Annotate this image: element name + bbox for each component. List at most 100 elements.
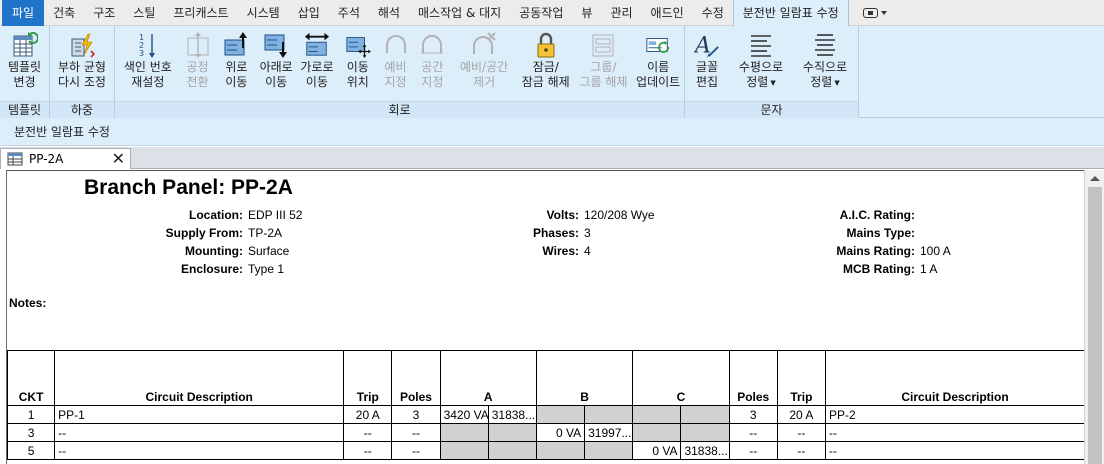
menu-annotate[interactable]: 주석 (329, 0, 369, 26)
mcb-rating-label: MCB Rating: (843, 262, 915, 276)
align-horizontal-button[interactable]: 수평으로 정렬 ▼ (729, 26, 793, 101)
vertical-scrollbar[interactable] (1084, 170, 1104, 464)
wires-value[interactable]: 4 (584, 244, 591, 258)
menu-structure[interactable]: 구조 (84, 0, 124, 26)
scrollbar-thumb[interactable] (1088, 187, 1102, 464)
trip-cell[interactable]: -- (343, 423, 393, 442)
circuit-description-cell[interactable]: -- (54, 441, 345, 460)
menu-precast[interactable]: 프리캐스트 (164, 0, 237, 26)
menu-systems[interactable]: 시스템 (238, 0, 289, 26)
move-up-button[interactable]: 위로 이동 (216, 26, 256, 101)
move-to-button[interactable]: 이동 위치 (338, 26, 378, 101)
poles-cell[interactable]: -- (728, 441, 778, 460)
circuit-description-cell[interactable]: -- (824, 441, 1084, 460)
trip-cell[interactable]: -- (343, 441, 393, 460)
ckt-cell[interactable]: 1 (7, 405, 56, 424)
table-row[interactable]: 5 -- -- -- 0 VA 31838... -- -- -- (7, 441, 1084, 460)
poles-cell[interactable]: 3 (391, 405, 441, 424)
poles-cell[interactable]: 3 (728, 405, 778, 424)
phase-c-load-cell[interactable]: 0 VA (632, 441, 682, 460)
chevron-up-icon (1090, 175, 1100, 181)
close-icon[interactable]: ✕ (112, 150, 125, 168)
change-template-button[interactable]: 템플릿 변경 (0, 26, 49, 101)
volts-value[interactable]: 120/208 Wye (584, 208, 655, 222)
trip-cell[interactable]: 20 A (776, 405, 826, 424)
phase-b-load-cell[interactable] (535, 405, 586, 424)
align-vertical-button[interactable]: 수직으로 정렬 ▼ (793, 26, 857, 101)
phase-a-load-cell[interactable] (439, 423, 489, 442)
phases-value[interactable]: 3 (584, 226, 591, 240)
circuit-description-cell[interactable]: -- (54, 423, 345, 442)
table-row[interactable]: 1 PP-1 20 A 3 3420 VA 31838... 3 20 A PP… (7, 405, 1084, 424)
phase-a-load-cell[interactable] (487, 441, 537, 460)
panel-schedule-view[interactable]: Branch Panel: PP-2A Location: EDP III 52… (6, 170, 1084, 464)
trip-cell[interactable]: -- (776, 441, 826, 460)
menu-collaborate[interactable]: 공동작업 (510, 0, 572, 26)
ckt-cell[interactable]: 5 (7, 441, 56, 460)
menu-architecture[interactable]: 건축 (44, 0, 84, 26)
menu-steel[interactable]: 스틸 (124, 0, 164, 26)
mounting-value[interactable]: Surface (248, 244, 289, 258)
move-across-button[interactable]: 가로로 이동 (296, 26, 338, 101)
document-tab-pp-2a[interactable]: PP-2A ✕ (0, 148, 131, 169)
location-value[interactable]: EDP III 52 (248, 208, 302, 222)
menu-modify-panel-schedule[interactable]: 분전반 일람표 수정 (732, 0, 849, 26)
phase-b-load-cell[interactable]: 31997... (584, 423, 634, 442)
assign-spare-label-2: 지정 (384, 75, 407, 89)
phase-b-load-cell[interactable] (584, 441, 634, 460)
renumber-button[interactable]: 1 2 3 색인 번호 재설정 (117, 26, 179, 101)
poles-cell[interactable]: -- (391, 423, 441, 442)
poles-cell[interactable]: -- (391, 441, 441, 460)
poles-cell[interactable]: -- (728, 423, 778, 442)
group-ungroup-button[interactable]: 그룹/ 그룹 해제 (575, 26, 633, 101)
mcb-rating-value[interactable]: 1 A (920, 262, 937, 276)
mains-rating-value[interactable]: 100 A (920, 244, 951, 258)
phase-c-load-cell[interactable] (680, 423, 730, 442)
phase-b-load-cell[interactable] (584, 405, 634, 424)
phase-a-load-cell[interactable]: 31838... (487, 405, 537, 424)
assign-space-button[interactable]: 공간 지정 (413, 26, 451, 101)
remove-spare-space-button[interactable]: 예비/공간 제거 (451, 26, 517, 101)
move-down-button[interactable]: 아래로 이동 (256, 26, 296, 101)
phase-c-load-cell[interactable] (632, 405, 682, 424)
menu-view[interactable]: 뷰 (572, 0, 601, 26)
circuit-description-cell[interactable]: -- (824, 423, 1084, 442)
scroll-up-button[interactable] (1085, 170, 1104, 186)
phase-a-load-cell[interactable]: 3420 VA (439, 405, 489, 424)
phase-a-load-cell[interactable] (487, 423, 537, 442)
assign-spare-button[interactable]: 예비 지정 (378, 26, 414, 101)
dropdown-arrow-icon[interactable]: ▼ (770, 79, 775, 87)
dropdown-arrow-icon[interactable]: ▼ (834, 79, 839, 87)
phase-c-load-cell[interactable]: 31838... (680, 441, 730, 460)
table-row[interactable]: 3 -- -- -- 0 VA 31997... -- -- -- (7, 423, 1084, 442)
menu-analyze[interactable]: 해석 (369, 0, 409, 26)
move-up-label-2: 이동 (225, 75, 248, 89)
enclosure-value[interactable]: Type 1 (248, 262, 284, 276)
edit-font-button[interactable]: A 글꼴 편집 (685, 26, 729, 101)
phase-c-load-cell[interactable] (680, 405, 730, 424)
ribbon-group-circuits: 1 2 3 색인 번호 재설정 공정 전환 위로 이동 아래로 이동 가로로 이… (115, 26, 685, 118)
phase-b-load-cell[interactable] (535, 441, 586, 460)
supply-from-value[interactable]: TP-2A (248, 226, 282, 240)
phase-c-load-cell[interactable] (632, 423, 682, 442)
ckt-cell[interactable]: 3 (7, 423, 56, 442)
menu-addins[interactable]: 애드인 (642, 0, 693, 26)
update-names-button[interactable]: 이름 업데이트 (632, 26, 684, 101)
menu-manage[interactable]: 관리 (601, 0, 641, 26)
mains-rating-label: Mains Rating: (836, 244, 915, 258)
menu-massing-site[interactable]: 매스작업 & 대지 (409, 0, 510, 26)
lock-unlock-button[interactable]: 잠금/ 잠금 해제 (517, 26, 575, 101)
circuit-description-cell[interactable]: PP-2 (824, 405, 1084, 424)
trip-cell[interactable]: -- (776, 423, 826, 442)
menu-file[interactable]: 파일 (2, 0, 45, 26)
enclosure-label: Enclosure: (180, 262, 243, 276)
menu-modify[interactable]: 수정 (693, 0, 733, 26)
ribbon-display-toggle[interactable] (862, 7, 887, 18)
rebalance-loads-button[interactable]: 부하 균형 다시 조정 (50, 26, 114, 101)
trip-cell[interactable]: 20 A (343, 405, 393, 424)
menu-insert[interactable]: 삽입 (289, 0, 329, 26)
phase-b-load-cell[interactable]: 0 VA (535, 423, 586, 442)
phase-toggle-button[interactable]: 공정 전환 (179, 26, 217, 101)
phase-a-load-cell[interactable] (439, 441, 489, 460)
circuit-description-cell[interactable]: PP-1 (54, 405, 345, 424)
